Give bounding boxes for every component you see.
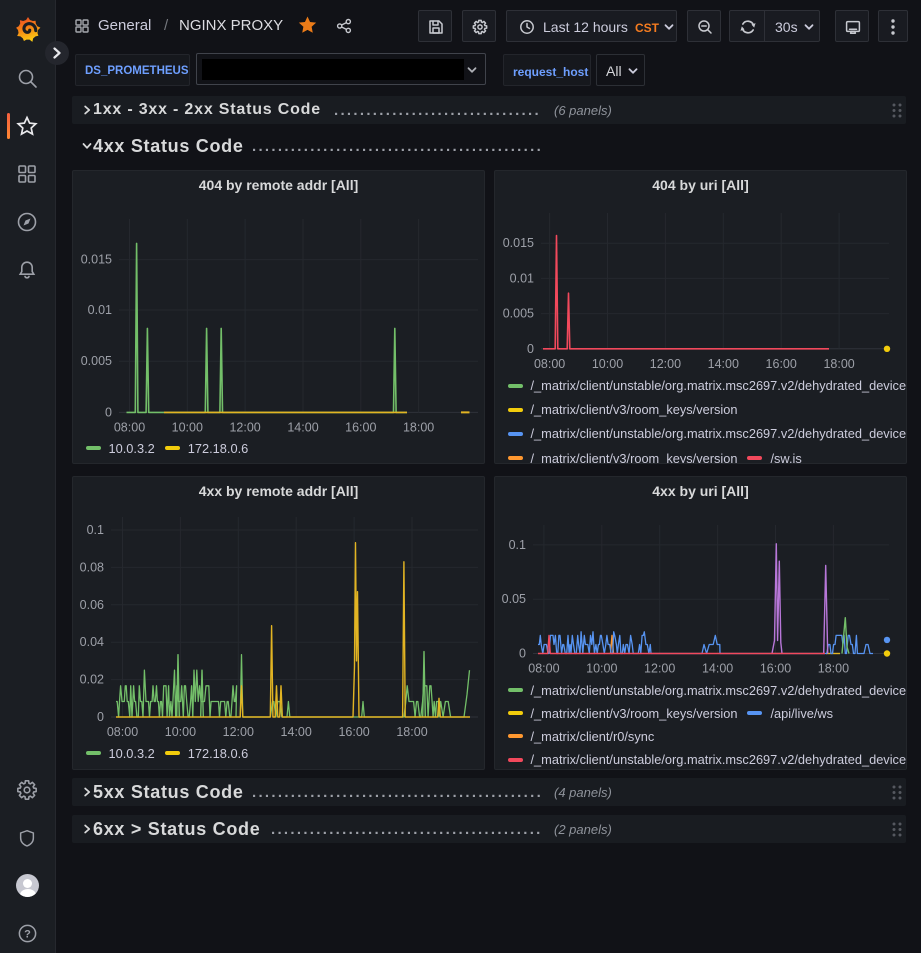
svg-text:10:00: 10:00 <box>165 725 196 739</box>
svg-text:0.05: 0.05 <box>502 592 526 606</box>
svg-text:14:00: 14:00 <box>281 725 312 739</box>
svg-text:08:00: 08:00 <box>114 420 145 434</box>
svg-text:16:00: 16:00 <box>760 662 791 676</box>
svg-text:0.08: 0.08 <box>80 560 104 574</box>
svg-text:14:00: 14:00 <box>287 420 318 434</box>
svg-text:0.005: 0.005 <box>503 307 534 321</box>
svg-text:08:00: 08:00 <box>107 725 138 739</box>
svg-text:10:00: 10:00 <box>586 662 617 676</box>
svg-text:0.01: 0.01 <box>88 303 112 317</box>
svg-text:0.06: 0.06 <box>80 598 104 612</box>
svg-text:0: 0 <box>527 342 534 356</box>
svg-text:0.015: 0.015 <box>81 253 112 267</box>
svg-text:14:00: 14:00 <box>708 357 739 371</box>
svg-text:?: ? <box>24 929 31 941</box>
svg-text:0.015: 0.015 <box>503 236 534 250</box>
svg-text:0.04: 0.04 <box>80 635 104 649</box>
svg-text:12:00: 12:00 <box>229 420 260 434</box>
svg-text:0.005: 0.005 <box>81 354 112 368</box>
svg-text:14:00: 14:00 <box>702 662 733 676</box>
svg-text:16:00: 16:00 <box>766 357 797 371</box>
svg-text:10:00: 10:00 <box>592 357 623 371</box>
svg-text:0.01: 0.01 <box>510 271 534 285</box>
svg-text:16:00: 16:00 <box>338 725 369 739</box>
svg-text:0: 0 <box>105 405 112 419</box>
svg-text:0.1: 0.1 <box>87 523 104 537</box>
svg-text:12:00: 12:00 <box>223 725 254 739</box>
svg-text:0: 0 <box>519 647 526 661</box>
svg-text:12:00: 12:00 <box>650 357 681 371</box>
svg-text:18:00: 18:00 <box>403 420 434 434</box>
svg-text:0: 0 <box>97 710 104 724</box>
svg-text:0.02: 0.02 <box>80 673 104 687</box>
svg-text:08:00: 08:00 <box>534 357 565 371</box>
svg-text:18:00: 18:00 <box>818 662 849 676</box>
svg-text:18:00: 18:00 <box>396 725 427 739</box>
svg-text:18:00: 18:00 <box>823 357 854 371</box>
svg-text:08:00: 08:00 <box>528 662 559 676</box>
svg-text:16:00: 16:00 <box>345 420 376 434</box>
svg-text:10:00: 10:00 <box>172 420 203 434</box>
svg-text:0.1: 0.1 <box>509 538 526 552</box>
svg-text:12:00: 12:00 <box>644 662 675 676</box>
